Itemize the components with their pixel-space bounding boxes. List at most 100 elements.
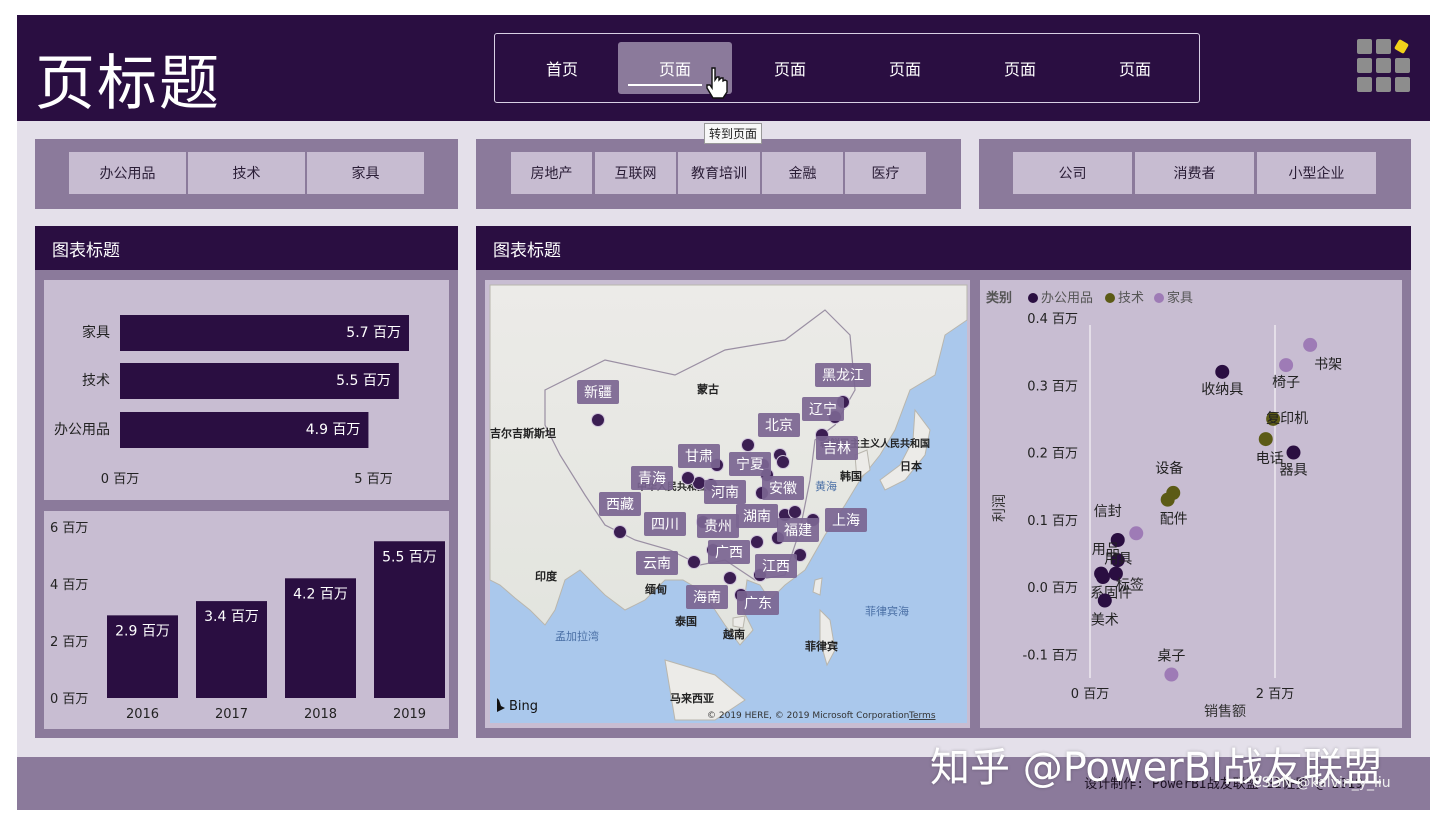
- province-tag-label: 甘肃: [685, 449, 713, 465]
- scatter-y-tick: 0.1 百万: [1027, 514, 1078, 529]
- province-tag-label: 河南: [711, 485, 739, 501]
- province-tag-label: 上海: [832, 513, 860, 529]
- scatter-point: [1279, 358, 1294, 373]
- nav-item-label: 页面: [658, 60, 691, 79]
- scatter-point: [1095, 570, 1110, 584]
- scatter-point-label: 用具: [1104, 551, 1132, 567]
- slicer-technology[interactable]: 技术: [188, 152, 305, 194]
- csdn-watermark: CSDN @kalvin_y_liu: [1252, 775, 1391, 791]
- vbar-x-tick: 2019: [393, 707, 426, 722]
- scatter-point: [1160, 492, 1175, 507]
- map-place-label: 吉尔吉斯斯坦: [490, 426, 556, 440]
- nav-item-page-5[interactable]: 页面: [1078, 42, 1192, 94]
- vbar-x-tick: 2016: [126, 707, 159, 722]
- right-panel-title: 图表标题: [476, 226, 1411, 270]
- scatter-y-tick: -0.1 百万: [1023, 648, 1079, 663]
- scatter-y-tick: 0.4 百万: [1027, 312, 1078, 327]
- map-data-point: [687, 555, 701, 569]
- province-tag-label: 贵州: [704, 519, 732, 535]
- map-terms-link[interactable]: Terms: [908, 711, 936, 721]
- province-tag-label: 云南: [643, 556, 671, 572]
- scatter-point: [1303, 337, 1318, 352]
- map-place-label: 韩国: [840, 469, 862, 483]
- left-panel: 图表标题 家具 5.7 百万 技术 5.5 百万 办公用品 4.9 百万 0 百万 5 百万 …: [35, 226, 458, 738]
- slicer-consumer[interactable]: 消费者: [1135, 152, 1254, 194]
- app-grid-icon[interactable]: [1357, 38, 1413, 95]
- active-underline: [628, 84, 702, 86]
- scatter-point-label: 信封: [1094, 504, 1122, 520]
- yearly-bar-chart-svg: 0 百万 2 百万 4 百万 6 百万 2.9 百万 2016 3.4 百万 2017 4.2 …: [50, 521, 445, 722]
- nav-item-page-3[interactable]: 页面: [848, 42, 962, 94]
- hainan: [732, 615, 746, 629]
- nav-tooltip: 转到页面: [704, 123, 763, 144]
- province-tag-label: 四川: [651, 517, 679, 533]
- page-navigator: 首页 页面 页面 页面 页面 页面: [494, 33, 1200, 103]
- nav-item-page-4[interactable]: 页面: [963, 42, 1077, 94]
- map-place-label: 缅甸: [645, 582, 667, 596]
- vbar-data-label: 3.4 百万: [204, 609, 259, 625]
- map-place-label: 泰国: [674, 614, 697, 628]
- slicer-small-business[interactable]: 小型企业: [1257, 152, 1376, 194]
- hbar-x-tick: 5 百万: [354, 472, 392, 487]
- slicer-finance[interactable]: 金融: [762, 152, 843, 194]
- vbar-y-tick: 6 百万: [50, 521, 88, 536]
- slicer-internet[interactable]: 互联网: [595, 152, 676, 194]
- industry-slicer: 房地产 互联网 教育培训 金融 医疗: [476, 139, 961, 209]
- slicer-medical[interactable]: 医疗: [845, 152, 926, 194]
- scatter-y-tick: 0.2 百万: [1027, 447, 1078, 462]
- slicer-real-estate[interactable]: 房地产: [511, 152, 592, 194]
- map-attribution: © 2019 HERE, © 2019 Microsoft Corporatio…: [707, 711, 909, 721]
- map-data-point: [741, 438, 755, 452]
- slicer-corporate[interactable]: 公司: [1013, 152, 1132, 194]
- scatter-point: [1129, 526, 1144, 541]
- scatter-point: [1215, 364, 1230, 379]
- province-tag-label: 广东: [744, 596, 772, 612]
- map-place-label: 菲律宾: [805, 639, 838, 653]
- scatter-chart-svg: 类别 办公用品 技术 家具 0.4 百万 0.3 百万 0.2 百万 0.1 百万 0.0 百万…: [986, 290, 1342, 720]
- province-tag-label: 黑龙江: [822, 368, 864, 384]
- scatter-point-label: 电话: [1256, 451, 1284, 467]
- hbar-data-label: 5.7 百万: [346, 325, 401, 341]
- map-place-label: 蒙古: [697, 382, 719, 396]
- vbar-data-label: 5.5 百万: [382, 549, 437, 565]
- vbar-y-tick: 0 百万: [50, 692, 88, 707]
- map-data-point: [681, 471, 695, 485]
- bing-label: Bing: [509, 699, 538, 714]
- province-tag-label: 宁夏: [736, 456, 764, 473]
- province-tag-label: 安徽: [769, 481, 797, 497]
- scatter-point-label: 书架: [1314, 357, 1342, 373]
- vbar-y-tick: 4 百万: [50, 578, 88, 593]
- scatter-point-label: 椅子: [1272, 375, 1300, 391]
- map-place-label: 菲律宾海: [865, 604, 909, 618]
- legend-title: 类别: [986, 290, 1012, 306]
- vbar-data-label: 4.2 百万: [293, 586, 348, 602]
- yearly-bar-chart: 0 百万 2 百万 4 百万 6 百万 2.9 百万 2016 3.4 百万 2017 4.2 …: [44, 511, 449, 729]
- right-panel: 图表标题 蒙古吉尔吉斯斯坦中华人民共和国朝鲜民主主义人民共和国韩国: [476, 226, 1411, 738]
- slicer-office-supplies[interactable]: 办公用品: [69, 152, 186, 194]
- nav-item-home[interactable]: 首页: [505, 42, 619, 94]
- scatter-x-tick: 0 百万: [1071, 687, 1109, 702]
- legend-marker: [1105, 293, 1115, 303]
- map-place-label: 印度: [535, 569, 558, 583]
- hbar-category-label: 办公用品: [54, 422, 110, 438]
- nav-item-page-2[interactable]: 页面: [733, 42, 847, 94]
- category-bar-chart: 家具 5.7 百万 技术 5.5 百万 办公用品 4.9 百万 0 百万 5 百万: [44, 280, 449, 500]
- slicer-furniture[interactable]: 家具: [307, 152, 424, 194]
- scatter-point: [1286, 445, 1301, 460]
- slicer-education[interactable]: 教育培训: [678, 152, 760, 194]
- province-tag-label: 新疆: [584, 385, 612, 401]
- vbar-x-tick: 2018: [304, 707, 337, 722]
- vbar-y-tick: 2 百万: [50, 635, 88, 650]
- scatter-x-tick: 2 百万: [1256, 687, 1294, 702]
- map-place-label: 马来西亚: [670, 691, 714, 705]
- hbar-x-tick: 0 百万: [101, 472, 139, 487]
- map-place-label: 越南: [722, 627, 745, 641]
- scatter-point-label: 设备: [1155, 460, 1183, 477]
- province-tag-label: 江西: [762, 559, 790, 575]
- map-place-label: 孟加拉湾: [555, 629, 599, 643]
- map-visual: 蒙古吉尔吉斯斯坦中华人民共和国朝鲜民主主义人民共和国韩国日本黄海印度缅甸泰国越南…: [485, 280, 970, 728]
- scatter-point-label: 配件: [1160, 512, 1188, 528]
- map-place-label: 日本: [900, 459, 922, 473]
- china-map[interactable]: 蒙古吉尔吉斯斯坦中华人民共和国朝鲜民主主义人民共和国韩国日本黄海印度缅甸泰国越南…: [485, 280, 970, 728]
- category-slicer: 办公用品 技术 家具: [35, 139, 458, 209]
